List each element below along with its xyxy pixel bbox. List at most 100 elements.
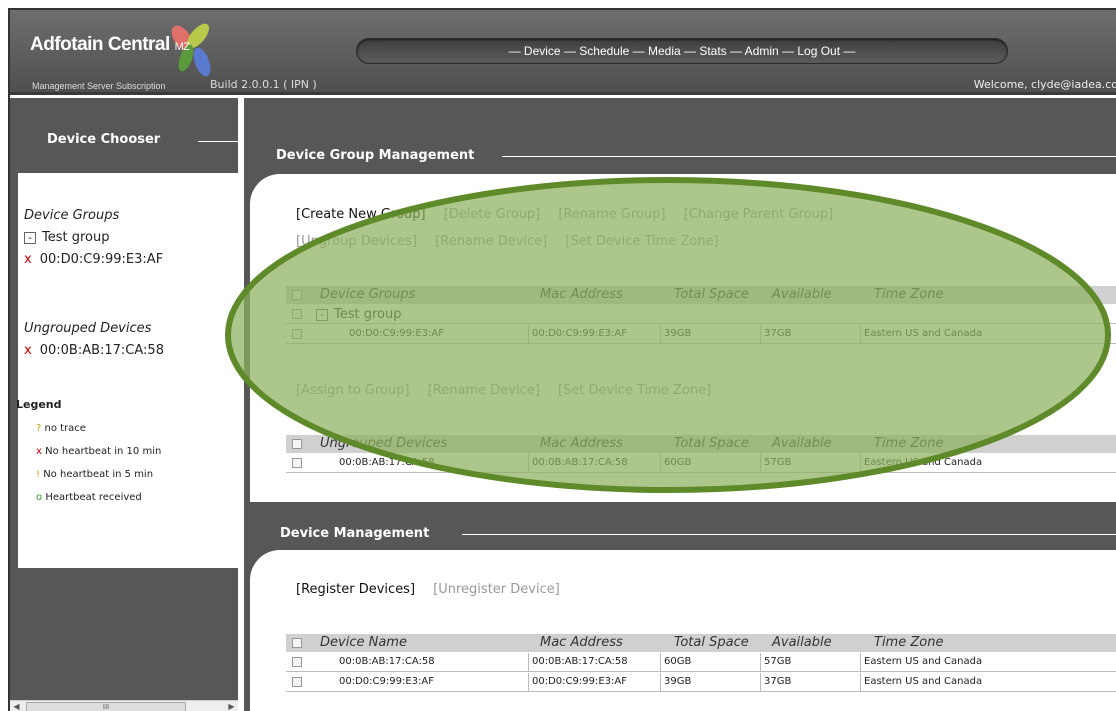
divider [462,534,1116,535]
horizontal-scrollbar[interactable]: ◀ III ▶ [10,700,238,711]
column-header: Total Space [674,287,749,302]
scroll-thumb[interactable]: III [26,702,186,711]
x-icon: x [36,446,42,457]
scroll-right-icon[interactable]: ▶ [225,701,238,711]
set-time-zone-button[interactable]: [Set Device Time Zone] [565,234,718,249]
no-heartbeat-icon: x [24,252,32,267]
table-cell: 00:D0:C9:99:E3:AF [349,328,444,339]
sidebar-title: Device Chooser [47,132,161,147]
main-nav[interactable]: — Device — Schedule — Media — Stats — Ad… [356,38,1008,64]
device-groups-heading: Device Groups [24,208,120,223]
table-cell: 39GB [660,673,691,692]
row-checkbox[interactable] [292,458,302,468]
nav-links[interactable]: — Device — Schedule — Media — Stats — Ad… [509,44,856,58]
table-cell: 57GB [760,454,791,473]
column-header: Time Zone [874,635,944,650]
device-management-title: Device Management [280,526,430,541]
column-header: Mac Address [540,436,623,451]
devices-table-header: Device Name Mac Address Total Space Avai… [286,634,1116,652]
circle-icon: o [36,492,43,503]
table-cell: 00:0B:AB:17:CA:58 [528,454,628,473]
divider [502,156,1116,157]
table-row[interactable]: 00:0B:AB:17:CA:58 00:0B:AB:17:CA:58 60GB… [286,454,1116,473]
select-all-checkbox[interactable] [292,439,302,449]
select-all-checkbox[interactable] [292,638,302,648]
rename-device-button[interactable]: [Rename Device] [428,383,540,398]
delete-group-button[interactable]: [Delete Group] [444,207,541,222]
row-checkbox[interactable] [292,677,302,687]
table-row[interactable]: 00:D0:C9:99:E3:AF 00:D0:C9:99:E3:AF 39GB… [286,673,1116,692]
group-management-panel: [Create New Group] [Delete Group] [Renam… [250,174,1116,502]
table-row[interactable]: 00:D0:C9:99:E3:AF 00:D0:C9:99:E3:AF 39GB… [286,325,1116,344]
table-cell: 60GB [660,653,691,672]
scroll-left-icon[interactable]: ◀ [10,701,23,711]
ungroup-devices-button[interactable]: [Ungroup Devices] [296,234,417,249]
table-row[interactable]: 00:0B:AB:17:CA:58 00:0B:AB:17:CA:58 60GB… [286,653,1116,672]
register-devices-button[interactable]: [Register Devices] [296,582,415,597]
table-cell: 57GB [760,653,791,672]
build-version: Build 2.0.0.1 ( IPN ) [210,78,317,91]
column-header: Time Zone [874,436,944,451]
rename-group-button[interactable]: [Rename Group] [558,207,665,222]
tree-item-test-group[interactable]: - Test group [24,230,110,245]
device-management-panel: [Register Devices] [Unregister Device] D… [250,550,1116,711]
row-checkbox[interactable] [292,309,302,319]
table-cell: Eastern US and Canada [860,653,982,672]
table-cell: 00:D0:C9:99:E3:AF [339,676,434,687]
legend-item: ? no trace [36,423,86,434]
unregister-device-button[interactable]: [Unregister Device] [433,582,560,597]
welcome-text: Welcome, clyde@iadea.co [973,78,1116,91]
table-cell: 00:0B:AB:17:CA:58 [528,653,628,672]
rename-device-button[interactable]: [Rename Device] [435,234,547,249]
group-actions-row2: [Ungroup Devices] [Rename Device] [Set D… [296,234,733,249]
logo-wordmark: Adfotain Central MZ [30,34,190,55]
column-header: Mac Address [540,635,623,650]
device-label: 00:0B:AB:17:CA:58 [39,343,164,358]
table-cell: Eastern US and Canada [860,673,982,692]
table-cell: 37GB [760,325,791,344]
set-time-zone-button[interactable]: [Set Device Time Zone] [558,383,711,398]
divider [198,141,238,142]
tree-item-device[interactable]: x 00:D0:C9:99:E3:AF [24,252,163,267]
header-bar: Adfotain Central MZ Management Server Su… [10,10,1116,95]
device-actions-row: [Assign to Group] [Rename Device] [Set D… [296,383,725,398]
create-group-button[interactable]: [Create New Group] [296,207,426,222]
app-window: Adfotain Central MZ Management Server Su… [8,8,1116,711]
row-checkbox[interactable] [292,329,302,339]
group-row-label: - Test group [316,307,402,322]
collapse-icon[interactable]: - [316,309,328,321]
legend-title: Legend [16,398,62,411]
table-cell: 00:D0:C9:99:E3:AF [528,325,627,344]
column-header: Total Space [674,436,749,451]
legend-item: o Heartbeat received [36,492,142,503]
column-header: Ungrouped Devices [320,436,448,451]
table-cell: 39GB [660,325,691,344]
sidebar: Device Chooser Device Groups - Test group… [10,98,238,711]
ungrouped-devices-heading: Ungrouped Devices [24,321,152,336]
table-row[interactable]: - Test group [286,305,1116,324]
column-header: Total Space [674,635,749,650]
tree-item-ungrouped-device[interactable]: x 00:0B:AB:17:CA:58 [24,343,164,358]
group-management-title: Device Group Management [276,148,475,163]
column-header: Device Name [320,635,407,650]
logo-subtitle: Management Server Subscription [32,81,166,91]
change-parent-group-button[interactable]: [Change Parent Group] [684,207,833,222]
assign-to-group-button[interactable]: [Assign to Group] [296,383,410,398]
group-actions-row1: [Create New Group] [Delete Group] [Renam… [296,207,847,222]
table-cell: Eastern US and Canada [860,454,982,473]
select-all-checkbox[interactable] [292,290,302,300]
row-checkbox[interactable] [292,657,302,667]
group-label: Test group [42,230,110,245]
column-header: Available [772,635,832,650]
column-header: Available [772,436,832,451]
ungrouped-table-header: Ungrouped Devices Mac Address Total Spac… [286,435,1116,453]
table-cell: 37GB [760,673,791,692]
table-cell: 00:0B:AB:17:CA:58 [339,457,435,468]
collapse-icon[interactable]: - [24,232,36,244]
question-icon: ? [36,423,42,434]
column-header: Time Zone [874,287,944,302]
table-cell: 00:0B:AB:17:CA:58 [339,656,435,667]
device-mgmt-actions: [Register Devices] [Unregister Device] [296,582,574,597]
table-cell: Eastern US and Canada [860,325,982,344]
groups-table-header: Device Groups Mac Address Total Space Av… [286,286,1116,304]
